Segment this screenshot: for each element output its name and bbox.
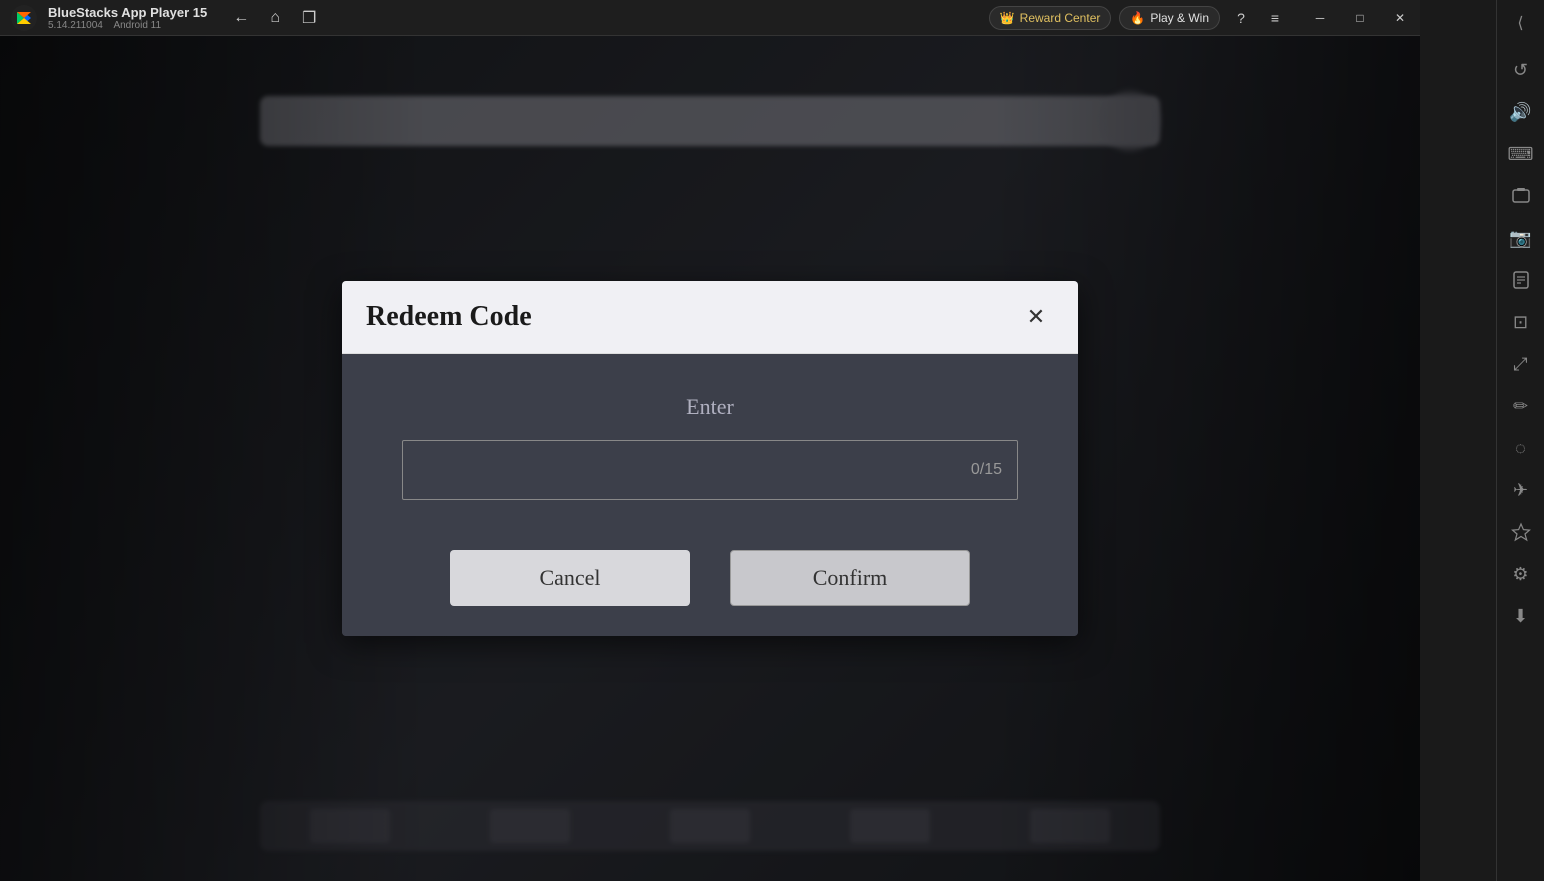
sidebar-star-icon[interactable]	[1501, 512, 1541, 552]
app-version: 5.14.211004 Android 11	[48, 20, 207, 31]
sidebar-eraser-icon[interactable]: ◌	[1501, 428, 1541, 468]
dialog-header: Redeem Code ✕	[342, 281, 1078, 354]
menu-button[interactable]: ≡	[1262, 5, 1288, 31]
dialog-body: Enter 0/15	[342, 354, 1078, 530]
reward-center-button[interactable]: 👑 Reward Center	[989, 6, 1112, 30]
sidebar-apk-icon[interactable]	[1501, 260, 1541, 300]
help-button[interactable]: ?	[1228, 5, 1254, 31]
dialog-close-button[interactable]: ✕	[1018, 299, 1054, 335]
window-controls: ─ □ ✕	[1300, 0, 1420, 36]
main-content: Redeem Code ✕ Enter 0/15 Cancel Confirm	[0, 36, 1420, 881]
sidebar-plane-icon[interactable]: ✈	[1501, 470, 1541, 510]
cancel-button[interactable]: Cancel	[450, 550, 690, 606]
redeem-code-dialog: Redeem Code ✕ Enter 0/15 Cancel Confirm	[342, 281, 1078, 636]
app-name-block: BlueStacks App Player 15 5.14.211004 And…	[48, 5, 207, 31]
modal-overlay: Redeem Code ✕ Enter 0/15 Cancel Confirm	[0, 36, 1420, 881]
play-win-button[interactable]: 🔥 Play & Win	[1119, 6, 1220, 30]
crown-icon: 👑	[1000, 11, 1015, 25]
copy-button[interactable]: ❐	[295, 4, 323, 32]
sidebar-rotate-icon[interactable]: ↺	[1501, 50, 1541, 90]
nav-buttons: ← ⌂ ❐	[227, 4, 323, 32]
code-input[interactable]	[402, 440, 1018, 500]
app-logo	[8, 2, 40, 34]
sidebar-edit-icon[interactable]: ✏	[1501, 386, 1541, 426]
sidebar-screenshot-icon[interactable]	[1501, 176, 1541, 216]
play-win-label: Play & Win	[1150, 11, 1209, 25]
flame-icon: 🔥	[1130, 11, 1145, 25]
sidebar-crop-icon[interactable]: ⊡	[1501, 302, 1541, 342]
app-title: BlueStacks App Player 15	[48, 5, 207, 20]
sidebar-fullscreen-icon[interactable]: ⤢	[1501, 344, 1541, 384]
code-input-wrap: 0/15	[402, 440, 1018, 500]
sidebar-settings-icon[interactable]: ⚙	[1501, 554, 1541, 594]
titlebar-right: 👑 Reward Center 🔥 Play & Win ? ≡	[989, 5, 1288, 31]
sidebar-expand-icon[interactable]: ⟨	[1501, 10, 1541, 36]
back-button[interactable]: ←	[227, 4, 255, 32]
close-button[interactable]: ✕	[1380, 0, 1420, 36]
sidebar-camera-icon[interactable]: 📷	[1501, 218, 1541, 258]
dialog-footer: Cancel Confirm	[342, 530, 1078, 636]
enter-label: Enter	[686, 394, 734, 420]
dialog-title: Redeem Code	[366, 301, 532, 333]
minimize-button[interactable]: ─	[1300, 0, 1340, 36]
sidebar-download-icon[interactable]: ⬇	[1501, 596, 1541, 636]
reward-label: Reward Center	[1020, 11, 1101, 25]
sidebar-volume-icon[interactable]: 🔊	[1501, 92, 1541, 132]
maximize-button[interactable]: □	[1340, 0, 1380, 36]
sidebar-keyboard-icon[interactable]: ⌨	[1501, 134, 1541, 174]
right-sidebar: ⟨ ↺ 🔊 ⌨ 📷 ⊡ ⤢ ✏ ◌ ✈ ⚙ ⬇	[1496, 0, 1544, 881]
home-button[interactable]: ⌂	[261, 4, 289, 32]
titlebar: BlueStacks App Player 15 5.14.211004 And…	[0, 0, 1420, 36]
confirm-button[interactable]: Confirm	[730, 550, 970, 606]
